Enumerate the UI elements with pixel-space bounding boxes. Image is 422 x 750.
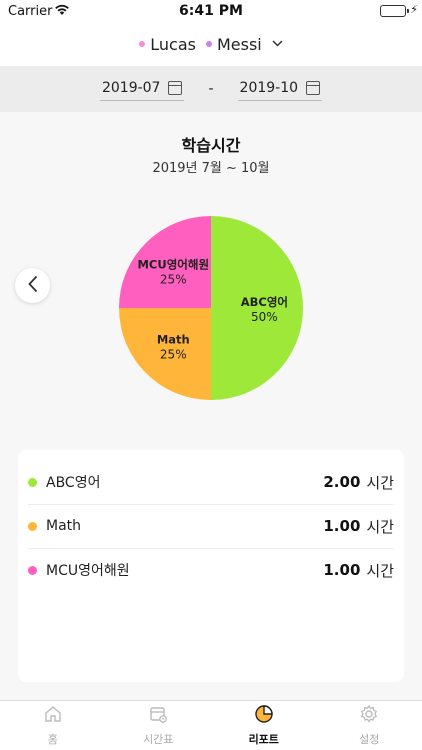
legend-row: MCU영어해원 1.00 시간	[18, 548, 404, 592]
charging-icon: ⚡	[410, 3, 418, 16]
legend-color-dot	[28, 477, 37, 487]
pie-slice-percent: 25%	[160, 348, 187, 362]
clock: 6:41 PM	[179, 3, 243, 19]
previous-button[interactable]	[15, 268, 50, 303]
tab-settings[interactable]: 설정	[317, 701, 422, 750]
pie-chart: ABC영어50%Math25%MCU영어해원25%	[119, 216, 303, 400]
pie-slice-label: MCU영어해원	[137, 257, 209, 271]
legend-value: 2.00	[323, 473, 361, 491]
child-color-dot	[139, 41, 146, 47]
child-name: Lucas	[150, 34, 196, 54]
legend-value: 1.00	[323, 561, 361, 579]
legend-unit: 시간	[366, 517, 394, 536]
status-bar: Carrier 6:41 PM ⚡	[0, 0, 422, 22]
tab-bar: 홈 시간표 리포트 설정	[0, 700, 422, 750]
legend-color-dot	[28, 565, 37, 575]
legend-name: MCU영어해원	[46, 563, 130, 579]
legend-name: ABC영어	[46, 475, 101, 491]
child-messi[interactable]: Messi	[205, 34, 262, 54]
tab-schedule[interactable]: 시간표	[106, 701, 212, 750]
child-name: Messi	[216, 34, 262, 54]
child-color-dot	[205, 41, 212, 47]
tab-report[interactable]: 리포트	[211, 701, 317, 750]
tab-label: 홈	[47, 733, 58, 746]
report-subtitle: 2019년 7월 ~ 10월	[152, 161, 270, 176]
chevron-down-icon[interactable]	[272, 36, 283, 50]
battery-icon	[380, 5, 409, 17]
start-date-value: 2019-07	[101, 79, 161, 96]
date-separator: -	[208, 81, 214, 97]
legend-row: ABC영어 2.00 시간	[18, 460, 404, 504]
legend-value: 1.00	[323, 517, 361, 535]
legend-row: Math 1.00 시간	[18, 504, 404, 548]
pie-slice-percent: 25%	[160, 272, 187, 286]
schedule-icon	[148, 704, 168, 727]
tab-label: 설정	[359, 733, 380, 746]
pie-slice-label: Math	[157, 333, 190, 347]
legend-name: Math	[46, 518, 82, 534]
tab-label: 리포트	[248, 733, 279, 746]
gear-icon	[359, 704, 379, 727]
date-range-bar: 2019-07 - 2019-10	[0, 66, 422, 112]
legend-card: ABC영어 2.00 시간 Math 1.00 시간 MCU영어해원 1.00 …	[18, 450, 404, 682]
pie-slice-percent: 50%	[251, 310, 278, 324]
end-date-value: 2019-10	[239, 79, 299, 96]
tab-label: 시간표	[143, 733, 174, 746]
child-lucas[interactable]: Lucas	[139, 35, 196, 54]
legend-unit: 시간	[366, 561, 394, 580]
chevron-left-icon	[27, 274, 38, 298]
pie-slice-label: ABC영어	[241, 295, 288, 309]
calendar-icon	[168, 80, 183, 95]
legend-unit: 시간	[366, 473, 394, 492]
report-icon	[254, 704, 274, 727]
report-title: 학습시간	[181, 136, 241, 155]
start-date-field[interactable]: 2019-07	[99, 78, 185, 101]
legend-color-dot	[28, 521, 37, 531]
home-icon	[43, 704, 63, 727]
calendar-icon	[306, 80, 321, 95]
tab-home[interactable]: 홈	[0, 701, 106, 750]
child-selector[interactable]: Lucas Messi	[0, 22, 422, 66]
end-date-field[interactable]: 2019-10	[237, 78, 323, 101]
